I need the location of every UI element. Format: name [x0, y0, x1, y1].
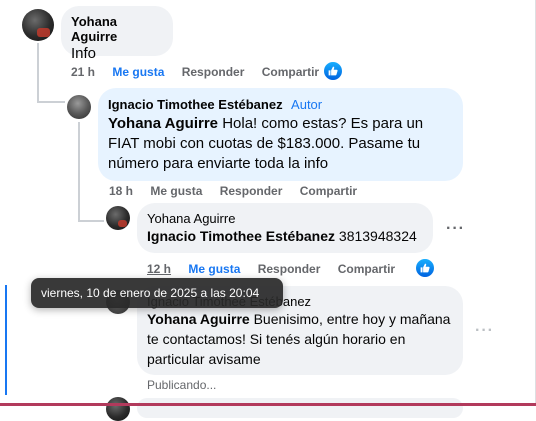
comment-time[interactable]: 12 h: [147, 262, 171, 276]
avatar-next: [106, 397, 130, 421]
share-button[interactable]: Compartir: [262, 65, 319, 79]
thread-accent: [5, 285, 7, 395]
comment-text: Ignacio Timothee Estébanez 3813948324: [147, 226, 423, 246]
publishing-status: Publicando...: [147, 378, 217, 392]
comment-time[interactable]: 18 h: [109, 184, 133, 198]
comment-text: Yohana Aguirre Buenisimo, entre hoy y ma…: [147, 309, 453, 369]
comment-body: 3813948324: [338, 228, 417, 244]
comment-text: Yohana Aguirre Hola! como estas? Es para…: [108, 114, 453, 174]
comment-actions-2: 18 h Me gusta Responder Compartir: [109, 184, 371, 198]
like-button[interactable]: Me gusta: [150, 184, 202, 198]
reply-button[interactable]: Responder: [258, 262, 321, 276]
like-button[interactable]: Me gusta: [112, 65, 164, 79]
more-options-icon[interactable]: ···: [475, 322, 494, 340]
comment-bubble-2: Ignacio Timothee Estébanez Autor Yohana …: [98, 88, 463, 181]
comment-actions-3: 12 h Me gusta Responder Compartir: [147, 262, 409, 276]
comment-author[interactable]: Yohana Aguirre: [147, 211, 423, 226]
more-options-icon[interactable]: ···: [446, 220, 465, 238]
comment-time[interactable]: 21 h: [71, 65, 95, 79]
avatar-yohana[interactable]: [106, 206, 130, 230]
comment-bubble-1: Yohana Aguirre Info: [61, 6, 173, 62]
comment-bubble-next: [137, 398, 463, 418]
mention-link[interactable]: Yohana Aguirre: [147, 311, 250, 327]
reply-button[interactable]: Responder: [220, 184, 283, 198]
thumbs-up-icon[interactable]: [414, 257, 436, 279]
thread-line: [78, 220, 104, 222]
comment-text: Info: [71, 45, 97, 62]
comment-author[interactable]: Ignacio Timothee Estébanez: [108, 97, 283, 112]
like-button[interactable]: Me gusta: [188, 262, 240, 276]
reply-button[interactable]: Responder: [182, 65, 245, 79]
avatar-ignacio[interactable]: [67, 95, 91, 119]
comment-bubble-3: Yohana Aguirre Ignacio Timothee Estébane…: [137, 203, 433, 253]
thread-line: [37, 101, 65, 103]
thread-line: [37, 43, 39, 103]
comment-actions-1: 21 h Me gusta Responder Compartir: [71, 65, 333, 79]
comment-author[interactable]: Yohana Aguirre: [71, 14, 163, 44]
author-badge: Autor: [291, 97, 323, 112]
share-button[interactable]: Compartir: [338, 262, 395, 276]
mention-link[interactable]: Yohana Aguirre: [108, 115, 218, 132]
mention-link[interactable]: Ignacio Timothee Estébanez: [147, 228, 335, 244]
thumbs-up-icon[interactable]: [322, 60, 344, 82]
avatar-yohana[interactable]: [22, 9, 54, 41]
timestamp-tooltip: viernes, 10 de enero de 2025 a las 20:04: [31, 278, 283, 308]
share-button[interactable]: Compartir: [300, 184, 357, 198]
thread-line: [78, 122, 80, 222]
